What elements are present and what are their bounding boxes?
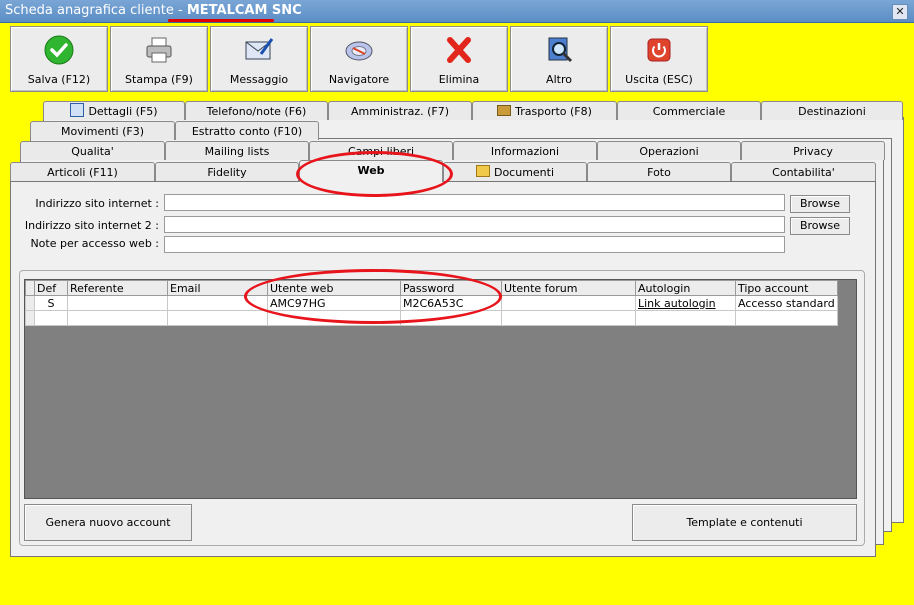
- site-input[interactable]: [164, 194, 785, 211]
- exit-label: Uscita (ESC): [625, 73, 693, 86]
- check-icon: [44, 35, 74, 65]
- row-selector[interactable]: [25, 310, 35, 326]
- navigator-label: Navigatore: [328, 73, 390, 86]
- col-utente-forum[interactable]: Utente forum: [501, 280, 636, 296]
- delete-button[interactable]: Elimina: [410, 26, 508, 92]
- tab-foto[interactable]: Foto: [587, 162, 731, 181]
- site2-input[interactable]: [164, 216, 785, 233]
- tab-qualita[interactable]: Qualita': [20, 141, 165, 160]
- browse-button[interactable]: Browse: [790, 195, 850, 213]
- col-def[interactable]: Def: [34, 280, 68, 296]
- tab-fidelity[interactable]: Fidelity: [155, 162, 299, 181]
- tab-mailing-lists[interactable]: Mailing lists: [165, 141, 309, 160]
- col-tipo-account[interactable]: Tipo account: [735, 280, 838, 296]
- templates-button[interactable]: Template e contenuti: [632, 504, 857, 541]
- message-icon: [245, 38, 274, 60]
- site-label: Indirizzo sito internet :: [35, 197, 159, 210]
- tab-movimenti[interactable]: Movimenti (F3): [30, 121, 175, 140]
- col-referente[interactable]: Referente: [67, 280, 168, 296]
- cell-autologin[interactable]: [635, 310, 736, 326]
- message-label: Messaggio: [229, 73, 289, 86]
- tab-amministrazione[interactable]: Amministraz. (F7): [328, 101, 472, 120]
- cell-email[interactable]: [167, 310, 268, 326]
- navigator-icon: [345, 41, 373, 61]
- cell-utente-forum[interactable]: [501, 310, 636, 326]
- cell-def[interactable]: S: [34, 295, 68, 311]
- customer-name-underline: [168, 19, 274, 22]
- close-button[interactable]: ✕: [892, 4, 908, 20]
- window-title: Scheda anagrafica cliente - METALCAM SNC: [5, 3, 302, 18]
- cell-utente-forum[interactable]: [501, 295, 636, 311]
- col-autologin[interactable]: Autologin: [635, 280, 736, 296]
- tab-dettagli[interactable]: Dettagli (F5): [43, 101, 185, 120]
- tab-contabilita[interactable]: Contabilita': [731, 162, 876, 181]
- delete-icon: [447, 37, 471, 63]
- tab-telefono-note[interactable]: Telefono/note (F6): [185, 101, 328, 120]
- message-button[interactable]: Messaggio: [210, 26, 308, 92]
- site2-label: Indirizzo sito internet 2 :: [24, 219, 159, 232]
- notes-input[interactable]: [164, 236, 785, 253]
- customer-name: METALCAM SNC: [186, 3, 302, 18]
- tab-estratto-conto[interactable]: Estratto conto (F10): [175, 121, 319, 140]
- truck-icon: [497, 105, 512, 116]
- other-button[interactable]: Altro: [510, 26, 608, 92]
- other-label: Altro: [546, 73, 572, 86]
- delete-label: Elimina: [438, 73, 480, 86]
- credentials-highlight: [244, 269, 502, 324]
- calendar-icon: [70, 103, 85, 117]
- autologin-link[interactable]: Link autologin: [635, 295, 736, 311]
- search-icon: [548, 37, 573, 63]
- printer-icon: [146, 37, 172, 63]
- new-account-button[interactable]: Genera nuovo account: [24, 504, 192, 541]
- cell-tipo-account[interactable]: Accesso standard: [735, 295, 838, 311]
- tab-trasporto[interactable]: Trasporto (F8): [472, 101, 617, 120]
- folder-icon: [475, 165, 490, 177]
- row-selector[interactable]: [25, 295, 35, 311]
- print-label: Stampa (F9): [125, 73, 193, 86]
- notes-label: Note per accesso web :: [30, 237, 159, 250]
- save-label: Salva (F12): [27, 73, 91, 86]
- cell-def[interactable]: [34, 310, 68, 326]
- title-bar: Scheda anagrafica cliente - METALCAM SNC…: [0, 0, 914, 23]
- cell-referente[interactable]: [67, 310, 168, 326]
- tab-informazioni[interactable]: Informazioni: [453, 141, 597, 160]
- browse-button-2[interactable]: Browse: [790, 217, 850, 235]
- tab-documenti[interactable]: Documenti: [443, 162, 587, 181]
- navigator-button[interactable]: Navigatore: [310, 26, 408, 92]
- tab-articoli[interactable]: Articoli (F11): [10, 162, 155, 181]
- web-tab-highlight: [296, 151, 453, 197]
- print-button[interactable]: Stampa (F9): [110, 26, 208, 92]
- tab-privacy[interactable]: Privacy: [741, 141, 885, 160]
- tab-destinazioni[interactable]: Destinazioni: [761, 101, 903, 120]
- cell-tipo-account[interactable]: [735, 310, 838, 326]
- tab-operazioni[interactable]: Operazioni: [597, 141, 741, 160]
- cell-referente[interactable]: [67, 295, 168, 311]
- tab-commerciale[interactable]: Commerciale: [617, 101, 761, 120]
- row-selector-header: [25, 280, 35, 296]
- exit-button[interactable]: Uscita (ESC): [610, 26, 708, 92]
- power-icon: [647, 38, 671, 62]
- save-button[interactable]: Salva (F12): [10, 26, 108, 92]
